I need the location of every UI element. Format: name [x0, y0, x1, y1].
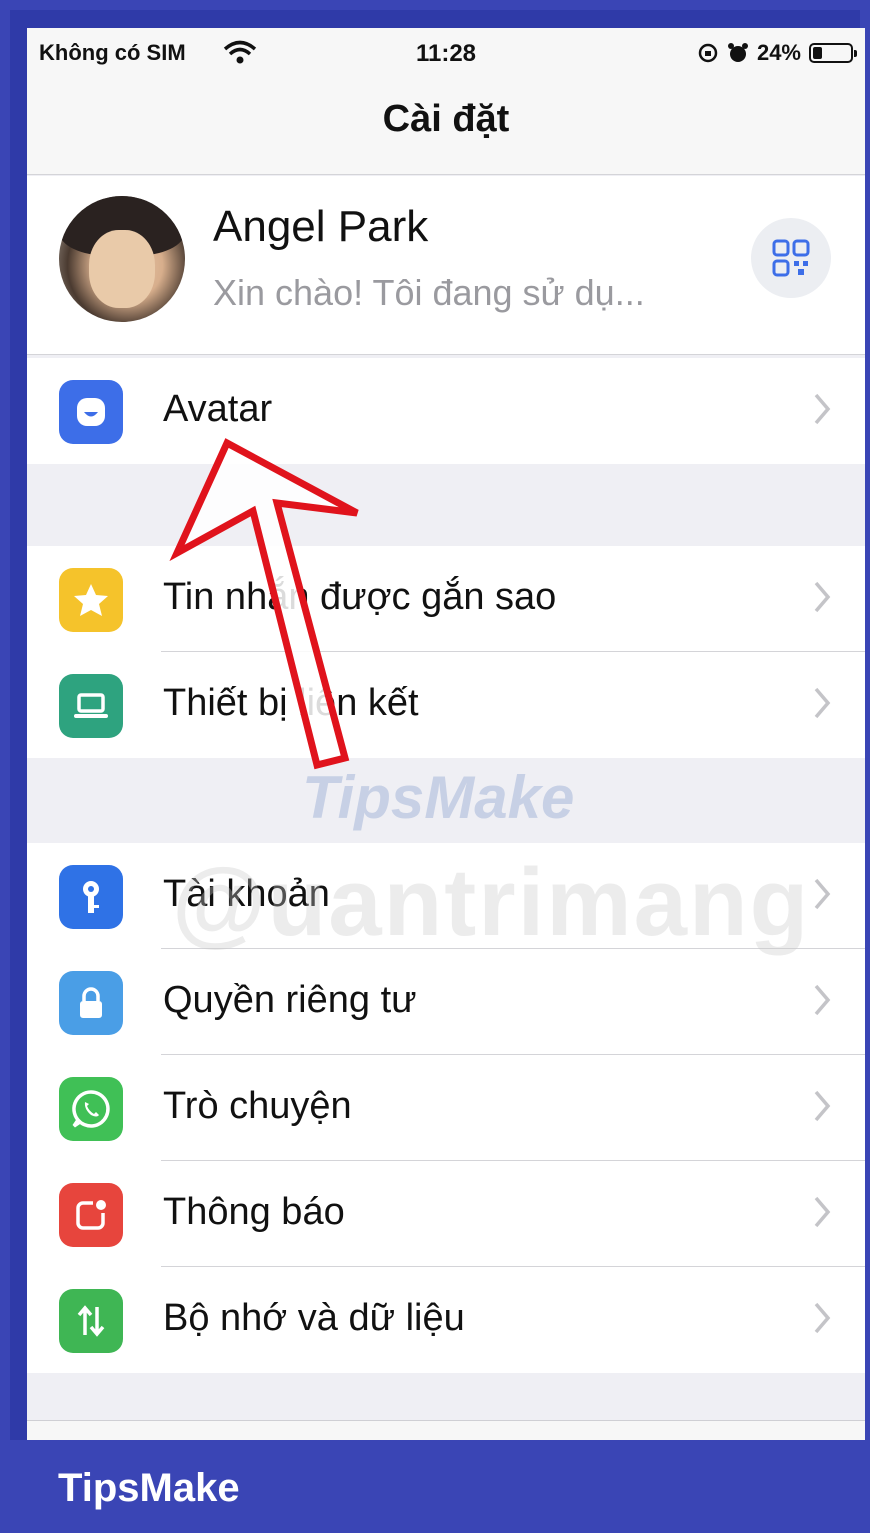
chevron-right-icon [814, 1090, 831, 1122]
settings-row-label: Thông báo [163, 1191, 345, 1233]
avatar-icon [59, 380, 123, 444]
chevron-right-icon [814, 393, 831, 425]
battery-level [813, 47, 822, 59]
battery-icon [809, 43, 857, 63]
status-bar: Không có SIM 11:28 24% [27, 28, 865, 78]
profile-name: Angel Park [213, 202, 429, 251]
phone-screen: Không có SIM 11:28 24% Cài đặt Angel Par… [27, 28, 865, 1446]
chevron-right-icon [814, 984, 831, 1016]
brand-logo-text: TipsMake [58, 1466, 240, 1510]
profile-photo-face [89, 230, 155, 308]
laptop-icon [59, 674, 123, 738]
profile-status: Xin chào! Tôi đang sử dụ... [213, 272, 645, 313]
settings-row-chats[interactable]: Trò chuyện [27, 1055, 865, 1161]
status-right: 24% [697, 40, 857, 66]
alarm-icon [727, 43, 748, 62]
chevron-right-icon [814, 878, 831, 910]
chevron-right-icon [814, 581, 831, 613]
star-icon [59, 568, 123, 632]
navigation-bar: Cài đặt [27, 78, 865, 175]
annotation-arrow [169, 438, 359, 770]
screenshot-frame: Không có SIM 11:28 24% Cài đặt Angel Par… [10, 10, 865, 1446]
page-title: Cài đặt [382, 98, 510, 140]
settings-row-notifications[interactable]: Thông báo [27, 1161, 865, 1267]
chevron-right-icon [814, 687, 831, 719]
data-arrows-icon [59, 1289, 123, 1353]
settings-row-label: Trò chuyện [163, 1085, 352, 1127]
settings-row-label: Avatar [163, 388, 273, 430]
profile-card[interactable]: Angel Park Xin chào! Tôi đang sử dụ... [27, 176, 865, 355]
battery-percent: 24% [756, 40, 801, 65]
whatsapp-icon [59, 1077, 123, 1141]
settings-row-starred[interactable]: Tin nhắn được gắn sao [27, 546, 865, 652]
settings-row-linked-devices[interactable]: Thiết bị liên kết [27, 652, 865, 758]
lock-icon [59, 971, 123, 1035]
quantrimang-watermark: @uantrimang [172, 849, 811, 956]
qr-code-button[interactable] [751, 218, 831, 298]
footer-banner: TipsMake [0, 1440, 870, 1533]
settings-row-avatar[interactable]: Avatar [27, 358, 865, 464]
settings-row-privacy[interactable]: Quyền riêng tư [27, 949, 865, 1055]
settings-row-label: Quyền riêng tư [163, 979, 417, 1021]
notification-icon [59, 1183, 123, 1247]
chevron-right-icon [814, 1196, 831, 1228]
settings-row-label: Bộ nhớ và dữ liệu [163, 1297, 465, 1339]
settings-row-storage-data[interactable]: Bộ nhớ và dữ liệu [27, 1267, 865, 1373]
profile-photo[interactable] [59, 196, 185, 322]
qr-code-icon [772, 239, 810, 277]
orientation-lock-icon [698, 43, 718, 63]
key-icon [59, 865, 123, 929]
chevron-right-icon [814, 1302, 831, 1334]
